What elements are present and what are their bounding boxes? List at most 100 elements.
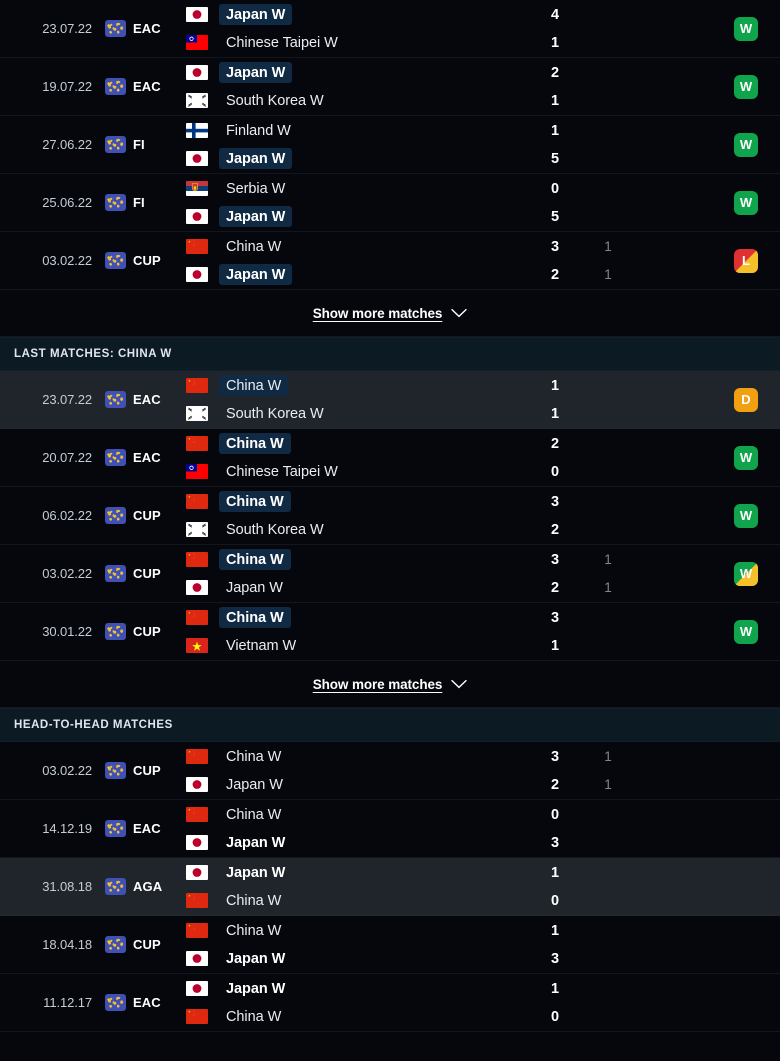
team-line-away[interactable]: China W [184, 1006, 532, 1027]
team-name-chip-home: China W [219, 433, 291, 454]
teams-cell: China W Japan W [176, 545, 532, 602]
scores-cell: 21 [532, 58, 712, 115]
teams-cell: China W Japan W [176, 916, 532, 973]
team-line-away[interactable]: Japan W [184, 148, 532, 169]
team-line-away[interactable]: Chinese Taipei W [184, 32, 532, 53]
team-name-home: China W [226, 435, 284, 452]
team-line-away[interactable]: Japan W [184, 577, 532, 598]
score-home: 3 [550, 493, 560, 510]
show-more-matches-button[interactable]: Show more matches [0, 290, 780, 337]
score-away: 1 [550, 34, 560, 51]
team-name-chip-home: Finland W [219, 120, 298, 141]
team-line-away[interactable]: Japan W [184, 948, 532, 969]
team-line-away[interactable]: Japan W [184, 832, 532, 853]
team-line-away[interactable]: South Korea W [184, 403, 532, 424]
score-away: 2 [550, 776, 560, 793]
score-home: 1 [550, 864, 560, 881]
world-map-icon [105, 762, 126, 779]
team-name-chip-home: China W [219, 375, 289, 396]
penalty-score-home: 1 [604, 239, 612, 254]
result-cell [712, 858, 780, 915]
team-line-home[interactable]: China W [184, 549, 532, 570]
competition-cell[interactable]: CUP [94, 916, 176, 973]
match-row[interactable]: 25.06.22 FI Serbia W Japan W05W [0, 174, 780, 232]
match-row[interactable]: 03.02.22 CUP China W Japan W3121 [0, 742, 780, 800]
competition-cell[interactable]: FI [94, 116, 176, 173]
team-line-home[interactable]: Japan W [184, 4, 532, 25]
team-name-home: Serbia W [226, 180, 286, 197]
team-name-chip-away: South Korea W [219, 519, 331, 540]
china-flag [186, 494, 208, 509]
team-name-home: Finland W [226, 122, 291, 139]
team-line-away[interactable]: China W [184, 890, 532, 911]
score-line-away: 21 [532, 264, 712, 285]
competition-cell[interactable]: EAC [94, 429, 176, 486]
match-row[interactable]: 18.04.18 CUP China W Japan W13 [0, 916, 780, 974]
competition-cell[interactable]: FI [94, 174, 176, 231]
team-name-away: Japan W [226, 266, 286, 283]
match-row[interactable]: 23.07.22 EAC China W South Korea W11D [0, 371, 780, 429]
match-row[interactable]: 06.02.22 CUP China W South Korea W32W [0, 487, 780, 545]
match-row[interactable]: 03.02.22 CUP China W Japan W3121W [0, 545, 780, 603]
section-header-last-matches-china: LAST MATCHES: CHINA W [0, 337, 780, 371]
competition-cell[interactable]: AGA [94, 858, 176, 915]
result-cell: W [712, 487, 780, 544]
competition-cell[interactable]: EAC [94, 58, 176, 115]
competition-cell[interactable]: CUP [94, 232, 176, 289]
team-line-home[interactable]: China W [184, 433, 532, 454]
team-line-home[interactable]: Japan W [184, 978, 532, 999]
team-line-home[interactable]: China W [184, 236, 532, 257]
match-row[interactable]: 14.12.19 EAC China W Japan W03 [0, 800, 780, 858]
result-cell [712, 800, 780, 857]
team-line-home[interactable]: Japan W [184, 62, 532, 83]
team-line-home[interactable]: Serbia W [184, 178, 532, 199]
competition-label: FI [133, 195, 145, 210]
team-line-home[interactable]: China W [184, 920, 532, 941]
match-row[interactable]: 27.06.22 FI Finland W Japan W15W [0, 116, 780, 174]
team-line-home[interactable]: Japan W [184, 862, 532, 883]
team-line-away[interactable]: Japan W [184, 264, 532, 285]
finland-flag [186, 123, 208, 138]
teams-cell: China W Japan W [176, 800, 532, 857]
match-row[interactable]: 30.01.22 CUP China W Vietnam W31W [0, 603, 780, 661]
team-name-home: China W [226, 238, 282, 255]
score-line-away: 0 [532, 890, 712, 911]
team-line-home[interactable]: China W [184, 607, 532, 628]
world-map-icon [105, 391, 126, 408]
competition-cell[interactable]: EAC [94, 0, 176, 57]
match-row[interactable]: 31.08.18 AGA Japan W China W10 [0, 858, 780, 916]
team-line-away[interactable]: South Korea W [184, 519, 532, 540]
competition-cell[interactable]: EAC [94, 800, 176, 857]
team-line-home[interactable]: Finland W [184, 120, 532, 141]
team-line-away[interactable]: Vietnam W [184, 635, 532, 656]
competition-cell[interactable]: EAC [94, 974, 176, 1031]
competition-cell[interactable]: CUP [94, 487, 176, 544]
competition-cell[interactable]: CUP [94, 545, 176, 602]
team-line-home[interactable]: China W [184, 375, 532, 396]
team-line-home[interactable]: China W [184, 746, 532, 767]
team-line-away[interactable]: Japan W [184, 206, 532, 227]
show-more-matches-button[interactable]: Show more matches [0, 661, 780, 708]
team-line-away[interactable]: South Korea W [184, 90, 532, 111]
match-date: 20.07.22 [42, 450, 92, 465]
match-date: 11.12.17 [43, 995, 92, 1010]
competition-cell[interactable]: CUP [94, 603, 176, 660]
match-row[interactable]: 20.07.22 EAC China W Chinese Taipei W20W [0, 429, 780, 487]
match-row[interactable]: 23.07.22 EAC Japan W Chinese Taipei W41W [0, 0, 780, 58]
team-name-home: China W [226, 806, 282, 823]
team-line-home[interactable]: China W [184, 804, 532, 825]
competition-cell[interactable]: EAC [94, 371, 176, 428]
team-name-away: Vietnam W [226, 637, 297, 654]
china-flag [186, 436, 208, 451]
match-row[interactable]: 03.02.22 CUP China W Japan W3121L [0, 232, 780, 290]
team-line-away[interactable]: Chinese Taipei W [184, 461, 532, 482]
result-badge-w: W [734, 190, 758, 215]
team-line-away[interactable]: Japan W [184, 774, 532, 795]
team-name-away: Japan W [226, 579, 283, 596]
team-name-chip-away: Japan W [219, 832, 292, 853]
match-row[interactable]: 11.12.17 EAC Japan W China W10 [0, 974, 780, 1032]
competition-cell[interactable]: CUP [94, 742, 176, 799]
team-line-home[interactable]: China W [184, 491, 532, 512]
match-row[interactable]: 19.07.22 EAC Japan W South Korea W21W [0, 58, 780, 116]
japan-flag [186, 580, 208, 595]
